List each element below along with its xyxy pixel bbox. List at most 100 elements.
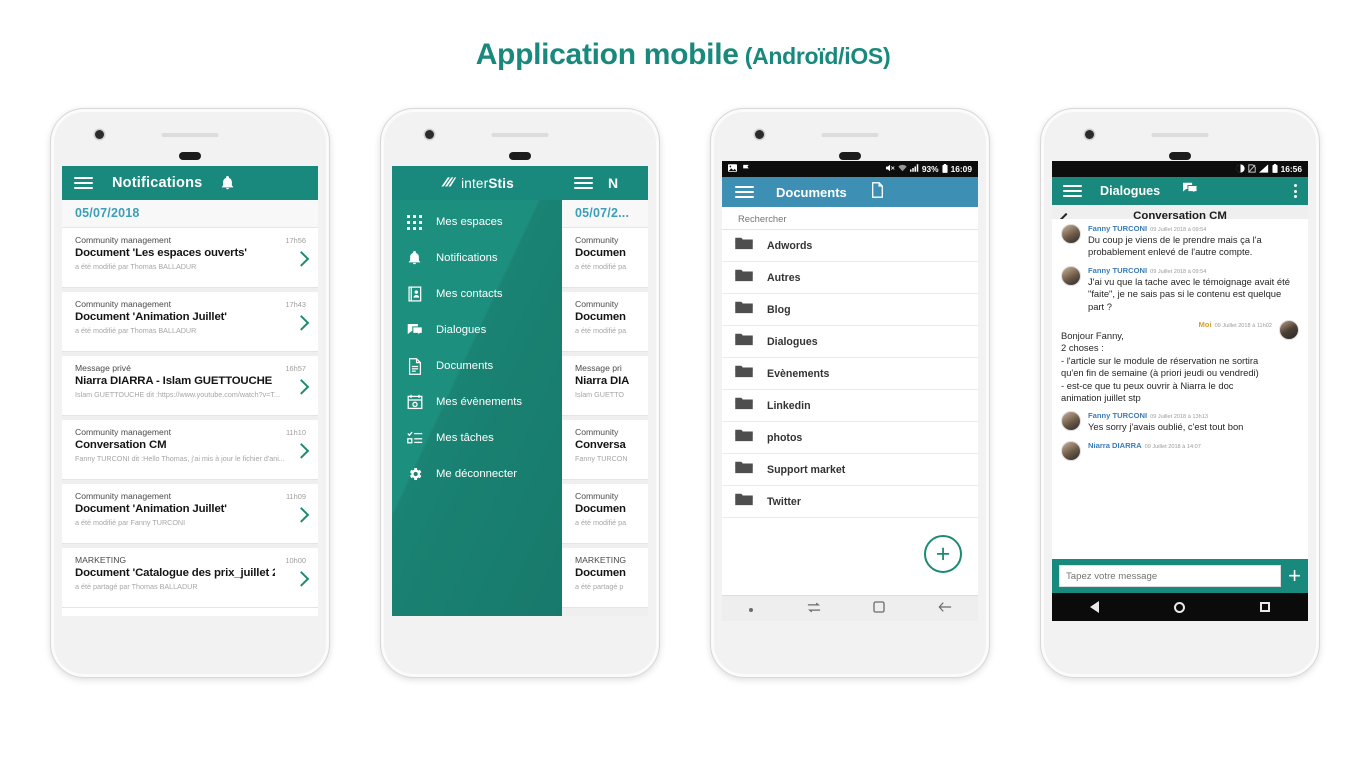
sidebar-item-mes-contacts[interactable]: Mes contacts [392,276,562,312]
list-item[interactable]: Community Conversa Fanny TURCON [562,420,648,480]
search-row[interactable] [722,207,978,230]
notification-category: Community management [75,427,172,437]
list-item[interactable]: Community Documen a été modifié pa [562,484,648,544]
message-item: Niarra DIARRA 09 Juillet 2018 à 14:07 [1052,436,1308,463]
back-triangle-icon[interactable] [1089,601,1099,613]
search-input[interactable] [738,212,962,224]
list-item[interactable]: Community Documen a été modifié pa [562,292,648,352]
overflow-menu-icon[interactable] [1294,184,1297,198]
message-author: Niarra DIARRA 09 Juillet 2018 à 14:07 [1088,440,1201,450]
folder-icon [735,396,753,415]
add-document-fab[interactable]: + [924,535,962,573]
list-item[interactable]: Support market [722,454,978,486]
list-item[interactable]: Community management Document 'Les espac… [62,228,318,288]
message-time: 09 Juillet 2018 à 11h02 [1214,323,1272,330]
phone4-system-navbar [1052,593,1308,621]
folder-icon [735,300,753,319]
notification-subtitle: a été modifié pa [575,262,627,271]
chevron-right-icon[interactable] [293,442,310,459]
list-item[interactable]: MARKETING Document 'Catalogue des prix_j… [62,548,318,608]
app-logo-text: interStis [461,175,514,191]
phone2-screen: interStis N 05/07/2... Community Documen… [392,166,648,616]
folder-name: Evènements [767,367,830,380]
document-icon [406,357,423,375]
list-item[interactable]: Autres [722,262,978,294]
chevron-right-icon[interactable] [293,250,310,267]
notification-title: Niarra DIARRA - Islam GUETTOUCHE [75,375,273,387]
folder-name: Adwords [767,239,813,252]
notification-subtitle: a été modifié pa [575,518,627,527]
phone3-appbar: Documents [722,177,978,207]
bell-icon[interactable] [220,175,235,191]
page-title-sub: (Androïd/iOS) [738,43,891,69]
notification-subtitle: a été partagé p [575,582,624,591]
status-clock: 16:56 [1280,164,1302,174]
dot-icon[interactable] [748,600,754,618]
recents-icon[interactable] [807,600,821,618]
notification-title: Conversation CM [75,439,167,451]
hamburger-icon[interactable] [735,185,754,199]
folder-icon [735,268,753,287]
list-item[interactable]: Message pri Niarra DIA Islam GUETTO [562,356,648,416]
list-item[interactable]: Blog [722,294,978,326]
phone1-appbar: Notifications [62,166,318,200]
hamburger-icon[interactable] [74,176,93,190]
phone3-folder-list: Adwords Autres Blog Dialogues Evènements… [722,230,978,518]
folder-name: Linkedin [767,399,811,412]
home-square-icon[interactable] [873,600,885,618]
sidebar-item-documents[interactable]: Documents [392,348,562,384]
home-circle-icon[interactable] [1173,601,1185,613]
sidebar-item-mes-evenements[interactable]: Mes évènements [392,384,562,420]
list-item[interactable]: Community Documen a été modifié pa [562,228,648,288]
list-item[interactable]: Message privé Niarra DIARRA - Islam GUET… [62,356,318,416]
list-item[interactable]: Evènements [722,358,978,390]
list-item[interactable]: Adwords [722,230,978,262]
sidebar-item-dialogues[interactable]: Dialogues [392,312,562,348]
app-logo: interStis [392,176,562,191]
sidebar-item-mes-espaces[interactable]: Mes espaces [392,204,562,240]
recents-square-icon[interactable] [1260,602,1271,612]
chevron-right-icon[interactable] [293,314,310,331]
notification-time: 10h00 [285,556,306,565]
sidebar-item-label: Mes contacts [436,288,503,300]
list-item[interactable]: Community management Conversation CM Fan… [62,420,318,480]
chat-bubble-icon [406,322,423,339]
chevron-right-icon[interactable] [293,378,310,395]
back-arrow-icon[interactable] [938,600,952,618]
list-item[interactable]: Community management Document 'Animation… [62,292,318,352]
list-item[interactable]: Community management Document 'Animation… [62,484,318,544]
list-item[interactable]: Dialogues [722,326,978,358]
list-item[interactable]: photos [722,422,978,454]
notification-title: Documen [575,503,626,515]
send-attachment-button[interactable]: + [1288,565,1301,587]
sidebar-item-label: Mes tâches [436,432,494,444]
no-sim-icon [1247,163,1256,175]
list-item[interactable]: MARKETING Documen a été partagé p [562,548,648,608]
avatar [1061,224,1081,244]
list-item[interactable]: Twitter [722,486,978,518]
hamburger-icon[interactable] [574,176,593,190]
chevron-right-icon[interactable] [293,570,310,587]
front-camera-icon [755,130,764,139]
notification-title: Niarra DIA [575,375,630,387]
sync-icon [1235,163,1245,175]
sensor-dot [509,152,531,160]
avatar [1061,265,1081,286]
checklist-icon [406,430,423,447]
chevron-right-icon[interactable] [293,506,310,523]
front-camera-icon [1085,130,1094,139]
phone2-appbar-title: N [608,175,619,191]
sensor-dot [839,152,861,160]
sidebar-item-notifications[interactable]: Notifications [392,240,562,276]
hamburger-icon[interactable] [1063,184,1082,198]
chat-bubble-icon[interactable] [1182,182,1198,201]
message-input-wrapper[interactable] [1059,565,1282,587]
message-item: Fanny TURCONI 09 Juillet 2018 à 13h13 Yes… [1052,406,1308,435]
list-item[interactable]: Linkedin [722,390,978,422]
folder-icon [735,492,753,511]
sidebar-item-mes-taches[interactable]: Mes tâches [392,420,562,456]
phone4-screen: 16:56 Dialogues Conversation CM partagé … [1052,161,1308,621]
new-document-icon[interactable] [871,181,884,203]
message-input[interactable] [1066,570,1275,582]
sidebar-item-me-deconnecter[interactable]: Me déconnecter [392,456,562,492]
